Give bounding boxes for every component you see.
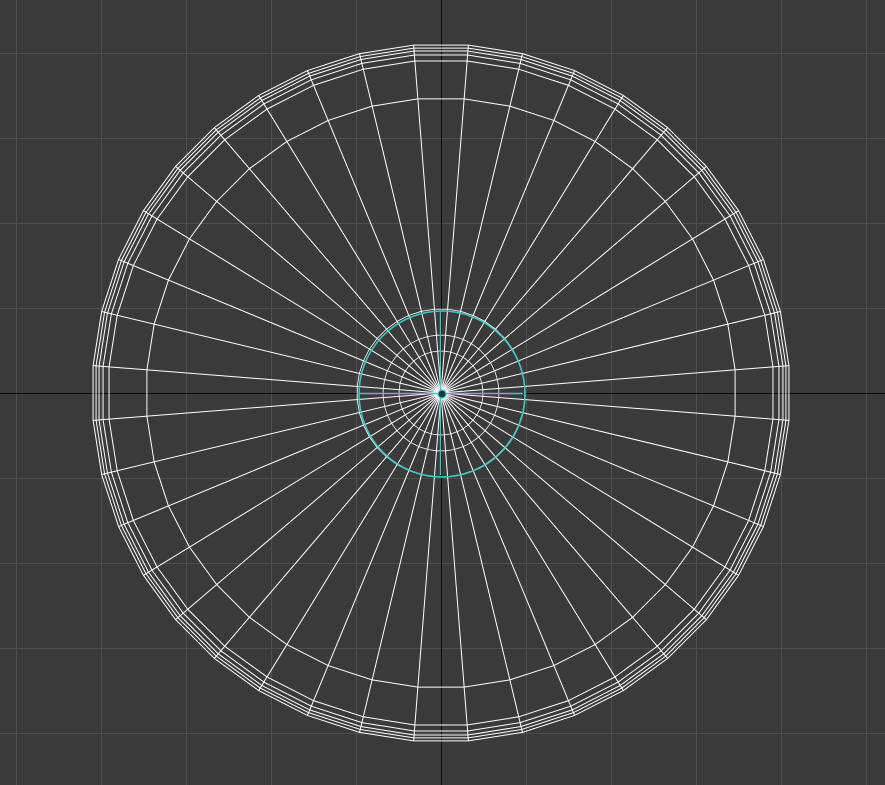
wireframe-spoke [440, 392, 707, 621]
pivot-point [437, 389, 447, 399]
wireframe-spoke [440, 365, 789, 394]
wireframe-spoke [143, 210, 442, 394]
wireframe-spoke [440, 165, 707, 394]
wireframe-spoke [440, 392, 739, 576]
wireframe-spoke [306, 70, 442, 394]
wireframe-spoke [93, 392, 442, 421]
wireframe-spoke [440, 392, 523, 733]
wireframe-spoke [440, 95, 624, 394]
wireframe-spoke [440, 210, 739, 394]
wireframe-spoke [93, 365, 442, 394]
3d-viewport-top[interactable] [0, 0, 885, 785]
wireframe-spoke [213, 392, 442, 659]
wireframe-spoke [440, 392, 624, 691]
wireframe-spoke [440, 127, 669, 394]
wireframe-spoke [359, 392, 442, 733]
wireframe-spoke [175, 392, 442, 621]
wireframe-spoke [440, 45, 469, 394]
wireframe-spoke [440, 392, 469, 741]
viewport-canvas[interactable] [0, 0, 885, 785]
wireframe-spoke [440, 392, 576, 716]
wireframe-spoke [175, 165, 442, 394]
wireframe-spoke [118, 258, 442, 394]
wireframe-spoke [413, 45, 442, 394]
wireframe-spoke [440, 392, 669, 659]
wireframe-spoke [440, 392, 789, 421]
wireframe-spoke [440, 311, 781, 394]
wireframe-spoke [143, 392, 442, 576]
wireframe-spoke [440, 392, 781, 475]
wireframe-spoke [413, 392, 442, 741]
wireframe-spoke [440, 392, 764, 528]
wireframe-spoke [213, 127, 442, 394]
wireframe-spoke [258, 392, 442, 691]
wireframe-spoke [258, 95, 442, 394]
